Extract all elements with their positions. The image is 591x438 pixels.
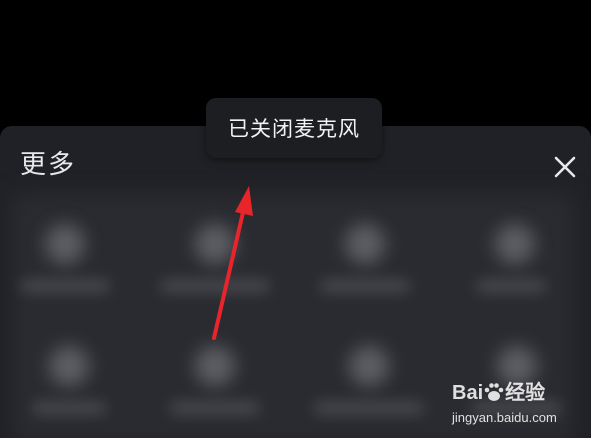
blurred-label <box>20 280 110 292</box>
option-tile[interactable] <box>150 332 280 432</box>
blurred-icon <box>45 224 85 264</box>
blurred-icon <box>195 224 235 264</box>
blurred-label <box>314 402 424 414</box>
blurred-label <box>320 280 410 292</box>
sheet-title: 更多 <box>20 150 77 180</box>
watermark-url: jingyan.baidu.com <box>452 410 557 425</box>
close-icon <box>554 156 576 178</box>
option-tile[interactable] <box>0 210 130 310</box>
option-tile[interactable] <box>450 210 580 310</box>
blurred-label <box>160 280 270 292</box>
blurred-label <box>170 402 260 414</box>
option-tile[interactable] <box>4 332 134 432</box>
blurred-label <box>476 280 546 292</box>
toast-message: 已关闭麦克风 <box>206 98 382 158</box>
blurred-icon <box>495 224 535 264</box>
blurred-icon <box>195 346 235 386</box>
close-button[interactable] <box>548 150 582 184</box>
blurred-icon <box>49 346 89 386</box>
paw-icon <box>484 383 504 401</box>
blurred-icon <box>345 224 385 264</box>
option-tile[interactable] <box>150 210 280 310</box>
option-tile[interactable] <box>300 210 430 310</box>
baidu-jingyan-watermark: Bai 经验 jingyan.baidu.com <box>452 374 587 434</box>
blurred-icon <box>349 346 389 386</box>
option-tile[interactable] <box>304 332 434 432</box>
baidu-logo: Bai 经验 <box>452 382 546 404</box>
blurred-label <box>32 402 106 414</box>
screen: 更多 已关闭麦克风 Bai 经验 jingyan.baidu.com <box>0 0 591 438</box>
